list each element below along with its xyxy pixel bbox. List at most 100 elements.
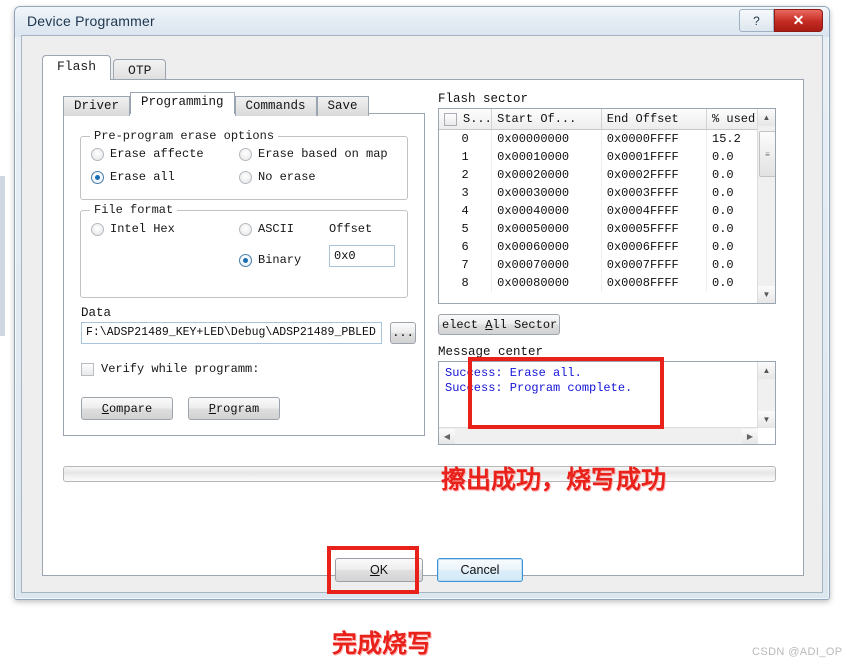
offset-label: Offset	[329, 222, 373, 236]
window-titlebar[interactable]: Device Programmer ? ✕	[15, 7, 829, 37]
cell-start-offset: 0x00060000	[491, 237, 602, 256]
column-header-end-offset[interactable]: End Offset	[601, 109, 708, 130]
message-line: Success: Program complete.	[445, 381, 633, 395]
pre-program-erase-group: Pre-program erase options Erase affecte …	[80, 129, 408, 200]
radio-intel-hex[interactable]: Intel Hex	[91, 222, 175, 236]
column-header-start-offset[interactable]: Start Of...	[491, 109, 602, 130]
cancel-button-label: Cancel	[460, 563, 500, 577]
table-row[interactable]: 6 0x00060000 0x0006FFFF 0.0	[439, 237, 775, 256]
message-scroll-left-icon[interactable]: ◀	[439, 428, 455, 444]
cell-sector-index: 6	[439, 237, 493, 256]
screenshot-root: Device Programmer ? ✕ Flash OTP Driver P…	[0, 0, 847, 667]
radio-no-erase[interactable]: No erase	[239, 170, 316, 184]
radio-binary-label: Binary	[258, 253, 302, 267]
radio-ascii-indicator	[239, 222, 252, 236]
column-header-sector[interactable]: S...	[439, 109, 493, 130]
window-controls: ? ✕	[739, 9, 823, 32]
radio-erase-all-label: Erase all	[110, 170, 175, 184]
cell-start-offset: 0x00000000	[491, 129, 602, 148]
radio-ascii[interactable]: ASCII	[239, 222, 294, 236]
message-vertical-scrollbar[interactable]: ▲ ▼	[757, 362, 775, 428]
cell-sector-index: 3	[439, 183, 493, 202]
inner-tab-strip: Driver Programming Commands Save	[63, 92, 369, 116]
programming-panel: Pre-program erase options Erase affecte …	[63, 113, 425, 436]
flash-sector-vertical-scrollbar[interactable]: ▲ ≡ ▼	[757, 109, 775, 303]
radio-no-erase-indicator	[239, 170, 252, 184]
message-center-box[interactable]: Success: Erase all. Success: Program com…	[438, 361, 776, 445]
flash-sector-table[interactable]: S... Start Of... End Offset % used 0 0x0…	[438, 108, 776, 304]
close-icon[interactable]: ✕	[774, 9, 823, 32]
cell-sector-index: 1	[439, 147, 493, 166]
cell-start-offset: 0x00070000	[491, 255, 602, 274]
radio-erase-affected-indicator	[91, 147, 104, 161]
tab-driver[interactable]: Driver	[63, 96, 131, 116]
annotation-success-note: 擦出成功，烧写成功	[441, 465, 667, 494]
cell-start-offset: 0x00020000	[491, 165, 602, 184]
radio-erase-all[interactable]: Erase all	[91, 170, 175, 184]
ok-button[interactable]: OK	[335, 558, 423, 582]
table-row[interactable]: 1 0x00010000 0x0001FFFF 0.0	[439, 147, 775, 166]
tab-save[interactable]: Save	[316, 96, 369, 116]
cell-sector-index: 7	[439, 255, 493, 274]
outer-tab-strip: Flash OTP	[42, 55, 168, 82]
window-client-area: Flash OTP Driver Programming Commands Sa…	[21, 35, 823, 593]
cell-start-offset: 0x00030000	[491, 183, 602, 202]
select-all-sector-button[interactable]: elect All Sector	[438, 314, 560, 335]
cell-end-offset: 0x0001FFFF	[601, 147, 708, 166]
tab-programming[interactable]: Programming	[130, 92, 235, 114]
message-horizontal-scrollbar[interactable]: ◀ ▶	[439, 427, 758, 444]
radio-erase-based-on-map-label: Erase based on map	[258, 147, 388, 161]
verify-while-programming-checkbox[interactable]: Verify while programm:	[81, 362, 259, 376]
radio-erase-affected[interactable]: Erase affecte	[91, 147, 204, 161]
program-button-label: Program	[208, 401, 260, 416]
scroll-down-icon[interactable]: ▼	[758, 286, 775, 303]
scrollbar-thumb[interactable]: ≡	[759, 131, 775, 177]
column-header-sector-label: S...	[463, 112, 492, 126]
file-format-legend: File format	[90, 203, 178, 217]
program-button[interactable]: Program	[188, 397, 280, 420]
cell-start-offset: 0x00010000	[491, 147, 602, 166]
compare-button-label: Compare	[101, 401, 153, 416]
message-center-label: Message center	[438, 345, 544, 359]
table-row[interactable]: 3 0x00030000 0x0003FFFF 0.0	[439, 183, 775, 202]
verify-checkbox-label: Verify while programm:	[101, 362, 260, 376]
radio-binary[interactable]: Binary	[239, 253, 301, 267]
table-row[interactable]: 5 0x00050000 0x0005FFFF 0.0	[439, 219, 775, 238]
cell-start-offset: 0x00080000	[491, 273, 602, 292]
table-row[interactable]: 2 0x00020000 0x0002FFFF 0.0	[439, 165, 775, 184]
flash-tab-panel: Driver Programming Commands Save Pre-pro…	[42, 79, 804, 582]
cancel-button[interactable]: Cancel	[437, 558, 523, 582]
help-icon[interactable]: ?	[739, 9, 774, 32]
page-edge-strip	[0, 176, 5, 336]
compare-button[interactable]: Compare	[81, 397, 173, 420]
data-label: Data	[81, 306, 112, 320]
tab-flash[interactable]: Flash	[42, 55, 112, 80]
table-row[interactable]: 0 0x00000000 0x0000FFFF 15.2	[439, 129, 775, 148]
message-scroll-down-icon[interactable]: ▼	[758, 411, 775, 428]
table-row[interactable]: 8 0x00080000 0x0008FFFF 0.0	[439, 273, 775, 292]
browse-button[interactable]: ...	[390, 322, 416, 344]
cell-sector-index: 8	[439, 273, 493, 292]
verify-checkbox-indicator	[81, 362, 94, 376]
tab-commands[interactable]: Commands	[234, 96, 317, 116]
table-row[interactable]: 4 0x00040000 0x0004FFFF 0.0	[439, 201, 775, 220]
radio-ascii-label: ASCII	[258, 222, 295, 236]
radio-intel-hex-label: Intel Hex	[110, 222, 175, 236]
cell-start-offset: 0x00050000	[491, 219, 602, 238]
window-title: Device Programmer	[27, 13, 155, 29]
annotation-finish-note: 完成烧写	[332, 629, 433, 658]
select-all-checkbox[interactable]	[444, 112, 457, 126]
data-path-input[interactable]: F:\ADSP21489_KEY+LED\Debug\ADSP21489_PBL…	[81, 322, 382, 344]
cell-end-offset: 0x0006FFFF	[601, 237, 708, 256]
cell-end-offset: 0x0002FFFF	[601, 165, 708, 184]
cell-end-offset: 0x0004FFFF	[601, 201, 708, 220]
flash-sector-grid: S... Start Of... End Offset % used 0 0x0…	[439, 109, 775, 292]
message-scroll-right-icon[interactable]: ▶	[742, 428, 758, 444]
scroll-up-icon[interactable]: ▲	[758, 109, 775, 126]
radio-erase-based-on-map[interactable]: Erase based on map	[239, 147, 388, 161]
table-row[interactable]: 7 0x00070000 0x0007FFFF 0.0	[439, 255, 775, 274]
offset-input[interactable]: 0x0	[329, 245, 395, 267]
select-all-sector-label: elect All Sector	[442, 317, 558, 332]
radio-binary-indicator	[239, 253, 252, 267]
message-scroll-up-icon[interactable]: ▲	[758, 362, 775, 379]
